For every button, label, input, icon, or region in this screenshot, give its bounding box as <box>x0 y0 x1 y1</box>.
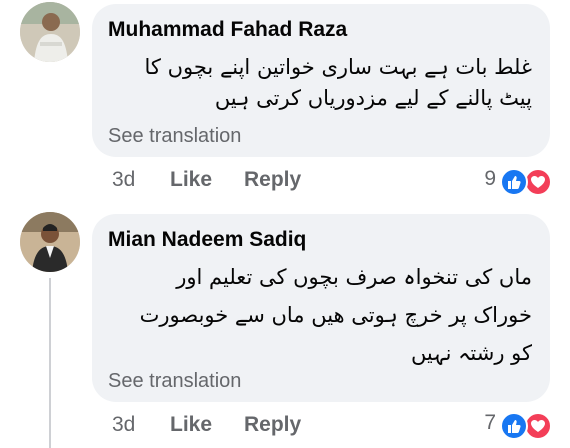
see-translation-link[interactable]: See translation <box>108 370 241 393</box>
comment-bubble: Muhammad Fahad Raza غلط بات ہے بہت ساری … <box>92 4 550 157</box>
love-reaction-icon <box>524 412 552 440</box>
like-reaction-icon <box>500 412 528 440</box>
comment-text-line: کو رشتہ نہیں <box>410 341 532 365</box>
like-button[interactable]: Like <box>170 168 212 192</box>
avatar[interactable] <box>20 212 80 272</box>
thread-line <box>49 278 51 448</box>
comment-text-line: خوراک پر خرچ ہوتی ھیں ماں سے خوبصورت <box>139 303 532 327</box>
comment-bubble: Mian Nadeem Sadiq ماں کی تنخواہ صرف بچوں… <box>92 214 550 402</box>
see-translation-link[interactable]: See translation <box>108 125 241 148</box>
comment-text-line: غلط بات ہے بہت ساری خواتین اپنے بچوں کا <box>144 55 532 79</box>
comment-author[interactable]: Muhammad Fahad Raza <box>108 18 347 42</box>
avatar[interactable] <box>20 2 80 62</box>
reaction-count: 9 <box>484 167 496 190</box>
reply-button[interactable]: Reply <box>244 413 301 437</box>
like-button[interactable]: Like <box>170 413 212 437</box>
comment-text-line: ماں کی تنخواہ صرف بچوں کی تعلیم اور <box>176 265 532 289</box>
reaction-summary[interactable]: 7 <box>470 411 554 441</box>
reaction-count: 7 <box>484 411 496 434</box>
reply-button[interactable]: Reply <box>244 168 301 192</box>
like-reaction-icon <box>500 168 528 196</box>
comment-timestamp[interactable]: 3d <box>112 168 135 192</box>
comment-text: ماں کی تنخواہ صرف بچوں کی تعلیم اور خورا… <box>140 258 532 372</box>
comment-text-line: پیٹ پالنے کے لیے مزدوریاں کرتی ہیں <box>214 86 532 110</box>
comment-text: غلط بات ہے بہت ساری خواتین اپنے بچوں کا … <box>145 52 532 114</box>
comment-author[interactable]: Mian Nadeem Sadiq <box>108 228 306 252</box>
reaction-summary[interactable]: 9 <box>470 167 554 197</box>
love-reaction-icon <box>524 168 552 196</box>
comment-timestamp[interactable]: 3d <box>112 413 135 437</box>
